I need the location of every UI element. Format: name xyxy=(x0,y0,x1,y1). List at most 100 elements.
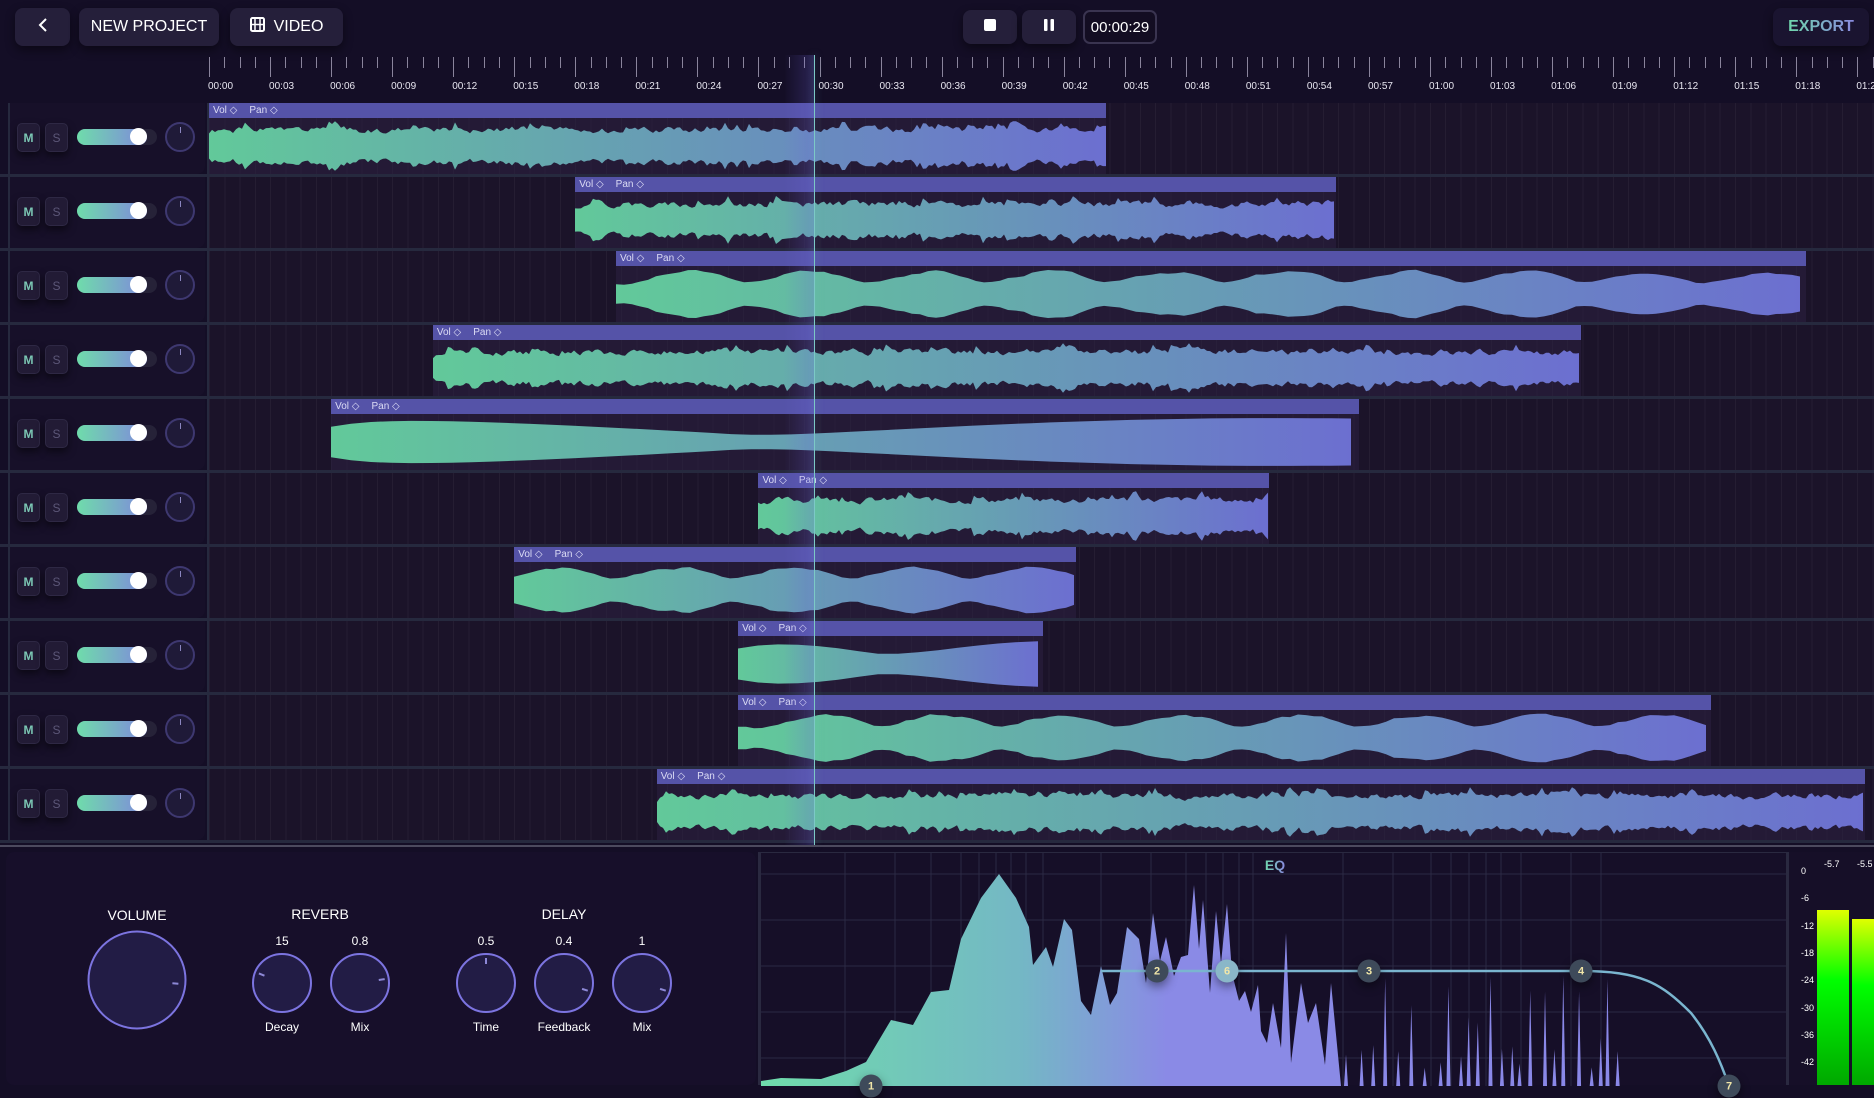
audio-clip[interactable]: Vol ◇ Pan ◇ xyxy=(575,177,1337,248)
stop-button[interactable] xyxy=(963,10,1017,44)
vol-automation-label[interactable]: Vol ◇ xyxy=(661,771,685,782)
clip-header[interactable]: Vol ◇Pan ◇ xyxy=(758,473,1270,488)
pan-automation-label[interactable]: Pan ◇ xyxy=(555,549,583,560)
track-volume-slider[interactable] xyxy=(77,350,157,367)
mute-button[interactable]: M xyxy=(17,419,40,448)
vol-automation-label[interactable]: Vol ◇ xyxy=(742,697,766,708)
mute-button[interactable]: M xyxy=(17,197,40,226)
pan-automation-label[interactable]: Pan ◇ xyxy=(371,401,399,412)
track-volume-slider[interactable] xyxy=(77,424,157,441)
vol-automation-label[interactable]: Vol ◇ xyxy=(335,401,359,412)
vol-automation-label[interactable]: Vol ◇ xyxy=(213,105,237,116)
pan-knob[interactable] xyxy=(165,418,195,448)
clip-header[interactable]: Vol ◇Pan ◇ xyxy=(432,325,1581,340)
track-volume-slider[interactable] xyxy=(77,572,157,589)
panel-divider[interactable] xyxy=(0,845,1874,847)
clip-header[interactable]: Vol ◇ Pan ◇ xyxy=(331,399,1359,414)
audio-clip[interactable]: Vol ◇Pan ◇ xyxy=(738,695,1711,766)
solo-button[interactable]: S xyxy=(45,493,68,522)
pan-knob[interactable] xyxy=(165,344,195,374)
mute-button[interactable]: M xyxy=(17,493,40,522)
pan-automation-label[interactable]: Pan ◇ xyxy=(656,253,684,264)
track-lane[interactable]: Vol ◇ Pan ◇ xyxy=(207,547,1874,618)
track-volume-slider[interactable] xyxy=(77,646,157,663)
track-volume-slider[interactable] xyxy=(77,720,157,737)
delay-mix-knob[interactable] xyxy=(612,953,672,1013)
audio-clip[interactable]: Vol ◇ Pan ◇ xyxy=(331,399,1359,470)
vol-automation-label[interactable]: Vol ◇ xyxy=(742,623,766,634)
playhead[interactable] xyxy=(814,55,816,845)
mute-button[interactable]: M xyxy=(17,715,40,744)
pan-knob[interactable] xyxy=(165,270,195,300)
pan-automation-label[interactable]: Pan ◇ xyxy=(249,105,277,116)
audio-clip[interactable]: Vol ◇ Pan ◇ xyxy=(656,769,1866,840)
delay-feedback-knob[interactable] xyxy=(534,953,594,1013)
track-volume-slider[interactable] xyxy=(77,498,157,515)
pan-knob[interactable] xyxy=(165,640,195,670)
eq-band-node[interactable]: 6 xyxy=(1215,959,1239,983)
track-volume-slider[interactable] xyxy=(77,276,157,293)
vol-automation-label[interactable]: Vol ◇ xyxy=(518,549,542,560)
clip-header[interactable]: Vol ◇Pan ◇ xyxy=(738,695,1711,710)
vol-automation-label[interactable]: Vol ◇ xyxy=(620,253,644,264)
eq-band-node[interactable]: 7 xyxy=(1717,1074,1741,1098)
timeline-ruler[interactable]: 00:00 00:03 00:06 00:09 00:12 00:15 00:18 00:21… xyxy=(208,55,1874,103)
track-lane[interactable]: Vol ◇ Pan ◇ xyxy=(207,251,1874,322)
pan-knob[interactable] xyxy=(165,714,195,744)
pause-button[interactable] xyxy=(1022,10,1076,44)
eq-panel[interactable]: EQ 1 2 6 3 4 7 xyxy=(758,852,1789,1098)
mute-button[interactable]: M xyxy=(17,345,40,374)
track-lane[interactable]: Vol ◇ Pan ◇ xyxy=(207,177,1874,248)
track-lane[interactable]: Vol ◇ Pan ◇ xyxy=(207,769,1874,840)
pan-knob[interactable] xyxy=(165,196,195,226)
solo-button[interactable]: S xyxy=(45,197,68,226)
track-lane[interactable]: Vol ◇Pan ◇ xyxy=(207,621,1874,692)
pan-knob[interactable] xyxy=(165,492,195,522)
reverb-mix-knob[interactable] xyxy=(330,953,390,1013)
solo-button[interactable]: S xyxy=(45,271,68,300)
delay-time-knob[interactable] xyxy=(456,953,516,1013)
track-volume-slider[interactable] xyxy=(77,128,157,145)
solo-button[interactable]: S xyxy=(45,789,68,818)
pan-automation-label[interactable]: Pan ◇ xyxy=(616,179,644,190)
pan-knob[interactable] xyxy=(165,122,195,152)
solo-button[interactable]: S xyxy=(45,123,68,152)
new-project-button[interactable]: NEW PROJECT xyxy=(79,8,219,46)
track-lane[interactable]: Vol ◇Pan ◇ xyxy=(207,473,1874,544)
eq-band-node[interactable]: 3 xyxy=(1357,959,1381,983)
mute-button[interactable]: M xyxy=(17,789,40,818)
solo-button[interactable]: S xyxy=(45,641,68,670)
eq-band-node[interactable]: 4 xyxy=(1569,959,1593,983)
export-button[interactable]: EXPORT xyxy=(1773,8,1869,46)
vol-automation-label[interactable]: Vol ◇ xyxy=(762,475,786,486)
audio-clip[interactable]: Vol ◇ Pan ◇ xyxy=(209,103,1107,174)
eq-graph[interactable] xyxy=(761,853,1789,1086)
vol-automation-label[interactable]: Vol ◇ xyxy=(579,179,603,190)
audio-clip[interactable]: Vol ◇Pan ◇ xyxy=(758,473,1270,544)
pan-automation-label[interactable]: Pan ◇ xyxy=(697,771,725,782)
solo-button[interactable]: S xyxy=(45,345,68,374)
track-lane[interactable]: Vol ◇Pan ◇ xyxy=(207,695,1874,766)
reverb-decay-knob[interactable] xyxy=(252,953,312,1013)
solo-button[interactable]: S xyxy=(45,715,68,744)
eq-band-node[interactable]: 1 xyxy=(859,1074,883,1098)
mute-button[interactable]: M xyxy=(17,641,40,670)
track-lane[interactable]: Vol ◇ Pan ◇ xyxy=(207,103,1874,174)
pan-knob[interactable] xyxy=(165,788,195,818)
mute-button[interactable]: M xyxy=(17,123,40,152)
vol-automation-label[interactable]: Vol ◇ xyxy=(437,327,461,338)
mute-button[interactable]: M xyxy=(17,567,40,596)
pan-knob[interactable] xyxy=(165,566,195,596)
audio-clip[interactable]: Vol ◇Pan ◇ xyxy=(432,325,1581,396)
track-volume-slider[interactable] xyxy=(77,202,157,219)
solo-button[interactable]: S xyxy=(45,567,68,596)
track-volume-slider[interactable] xyxy=(77,794,157,811)
video-button[interactable]: VIDEO xyxy=(230,8,343,46)
clip-header[interactable]: Vol ◇ Pan ◇ xyxy=(656,769,1866,784)
back-button[interactable] xyxy=(15,8,70,46)
solo-button[interactable]: S xyxy=(45,419,68,448)
eq-band-node[interactable]: 2 xyxy=(1145,959,1169,983)
track-lane[interactable]: Vol ◇Pan ◇ xyxy=(207,325,1874,396)
master-volume-knob[interactable] xyxy=(87,930,187,1030)
track-lane[interactable]: Vol ◇ Pan ◇ xyxy=(207,399,1874,470)
